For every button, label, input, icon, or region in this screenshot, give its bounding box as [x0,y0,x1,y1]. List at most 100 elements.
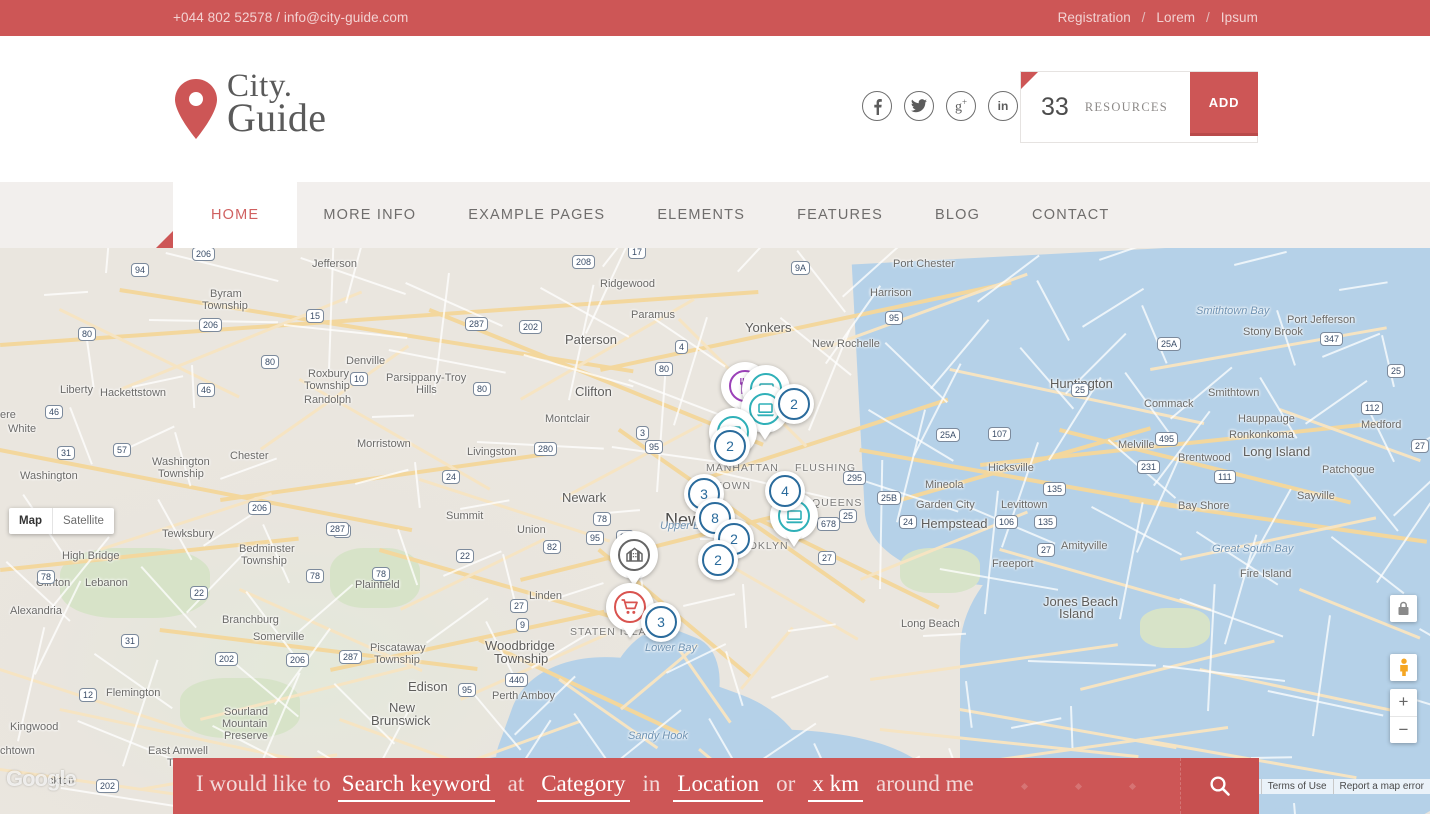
map-label: Township [202,300,248,312]
route-shield: 202 [215,652,239,666]
nav-item-features[interactable]: FEATURES [771,182,909,248]
map-type-satellite[interactable]: Satellite [52,508,114,534]
social-links: g+ in [862,91,1018,121]
map-canvas[interactable]: Jefferson Byram Township Ridgewood Port Ches… [0,248,1430,814]
link-lorem[interactable]: Lorem [1156,10,1195,25]
map-pin-marker[interactable] [610,531,658,579]
map-label: Sourland [224,706,269,718]
search-keyword-input[interactable]: Search keyword [337,771,495,802]
route-shield: 78 [372,567,391,581]
map-label: Hempstead [921,516,988,531]
cluster-count: 3 [645,606,677,638]
link-registration[interactable]: Registration [1058,10,1131,25]
map-label: Great South Bay [1212,543,1294,555]
route-shield: 678 [817,517,841,531]
cluster-count: 2 [714,430,746,462]
map-cluster-marker[interactable]: 4 [765,471,805,511]
route-shield: 46 [45,405,64,419]
map-label: Livingston [467,446,517,458]
map-label: Washington [20,470,78,482]
link-separator-2: / [1206,10,1210,25]
nav-item-contact[interactable]: CONTACT [1006,182,1135,248]
attribution-terms[interactable]: Terms of Use [1260,779,1333,794]
map-zoom-in-button[interactable]: + [1390,689,1417,717]
main-navigation: HOME MORE INFO EXAMPLE PAGES ELEMENTS FE… [0,182,1430,248]
site-logo[interactable]: City. Guide [173,70,403,142]
hotel-icon [618,539,650,571]
map-label: Hills [416,384,437,396]
site-header: City. Guide g+ in 33 RESOURCES ADD [0,36,1430,182]
map-zoom-out-button[interactable]: − [1390,717,1417,744]
map-type-map[interactable]: Map [9,508,52,534]
route-shield: 202 [519,320,543,334]
route-shield: 135 [1034,515,1058,529]
map-cluster-marker[interactable]: 2 [710,426,750,466]
logo-line-2: Guide [227,94,327,140]
google-plus-icon[interactable]: g+ [946,91,976,121]
nav-item-elements[interactable]: ELEMENTS [631,182,771,248]
route-shield: 27 [510,599,529,613]
route-shield: 112 [1361,401,1384,415]
map-label: Denville [346,355,386,367]
map-label: Freeport [992,558,1034,570]
route-shield: 206 [286,653,310,667]
map-label: Washington [152,456,210,468]
route-shield: 206 [248,501,272,515]
map-label: Lower Bay [645,642,697,654]
map-label: Randolph [304,394,352,406]
attribution-report-error[interactable]: Report a map error [1332,779,1430,794]
map-cluster-marker[interactable]: 3 [641,602,681,642]
search-lead-text: I would like to [196,770,331,796]
route-shield: 22 [456,549,475,563]
map-label: Commack [1144,398,1194,410]
nav-item-more-info[interactable]: MORE INFO [297,182,442,248]
link-ipsum[interactable]: Ipsum [1221,10,1258,25]
route-shield: 27 [1411,439,1430,453]
route-shield: 111 [1214,470,1236,484]
map-label: Newark [562,490,607,505]
map-label: Township [374,654,420,666]
map-zoom-control[interactable]: + − [1390,689,1417,743]
map-label: Ridgewood [600,278,656,290]
add-resource-button[interactable]: ADD [1190,72,1258,133]
nav-item-example-pages[interactable]: EXAMPLE PAGES [442,182,631,248]
map-cluster-marker[interactable]: 2 [698,540,738,580]
search-in-text: in [642,770,661,796]
map-label: Island [1059,606,1094,621]
map-lock-control[interactable] [1390,595,1417,622]
route-shield: 80 [655,362,674,376]
route-shield: 4 [675,340,689,354]
search-category-input[interactable]: Category [537,771,630,802]
nav-item-home[interactable]: HOME [155,182,298,248]
map-label: Patchogue [1322,464,1375,476]
map-label: Sandy Hook [628,730,688,742]
map-pegman-control[interactable] [1390,654,1417,681]
map-label: Edison [408,679,448,694]
facebook-icon[interactable] [862,91,892,121]
resources-count: 33 [1041,92,1069,121]
corner-accent-triangle [1021,72,1038,89]
linkedin-icon[interactable]: in [988,91,1018,121]
route-shield: 46 [197,383,216,397]
map-label: Kingwood [10,721,59,733]
map-type-toggle[interactable]: Map Satellite [9,508,114,534]
map-label: Long Island [1243,444,1311,459]
street-view-pegman-icon [1399,658,1408,676]
map-cluster-marker[interactable]: 2 [774,384,814,424]
nav-item-blog[interactable]: BLOG [909,182,1006,248]
route-shield: 25 [839,509,858,523]
map-park-area [900,548,980,593]
search-submit-button[interactable] [1180,758,1259,814]
route-shield: 95 [885,311,904,325]
map-label: Perth Amboy [492,690,555,702]
search-location-input[interactable]: Location [673,771,764,802]
utility-links: Registration / Lorem / Ipsum [1058,10,1258,25]
map-label: Brentwood [1178,452,1231,464]
top-utility-bar: +044 802 52578 / info@city-guide.com Reg… [0,0,1430,36]
route-shield: 231 [1137,460,1161,474]
twitter-icon[interactable] [904,91,934,121]
map-label: Preserve [224,730,269,742]
search-distance-input[interactable]: x km [808,771,863,802]
map-label: Brunswick [371,713,431,728]
route-shield: 24 [442,470,461,484]
